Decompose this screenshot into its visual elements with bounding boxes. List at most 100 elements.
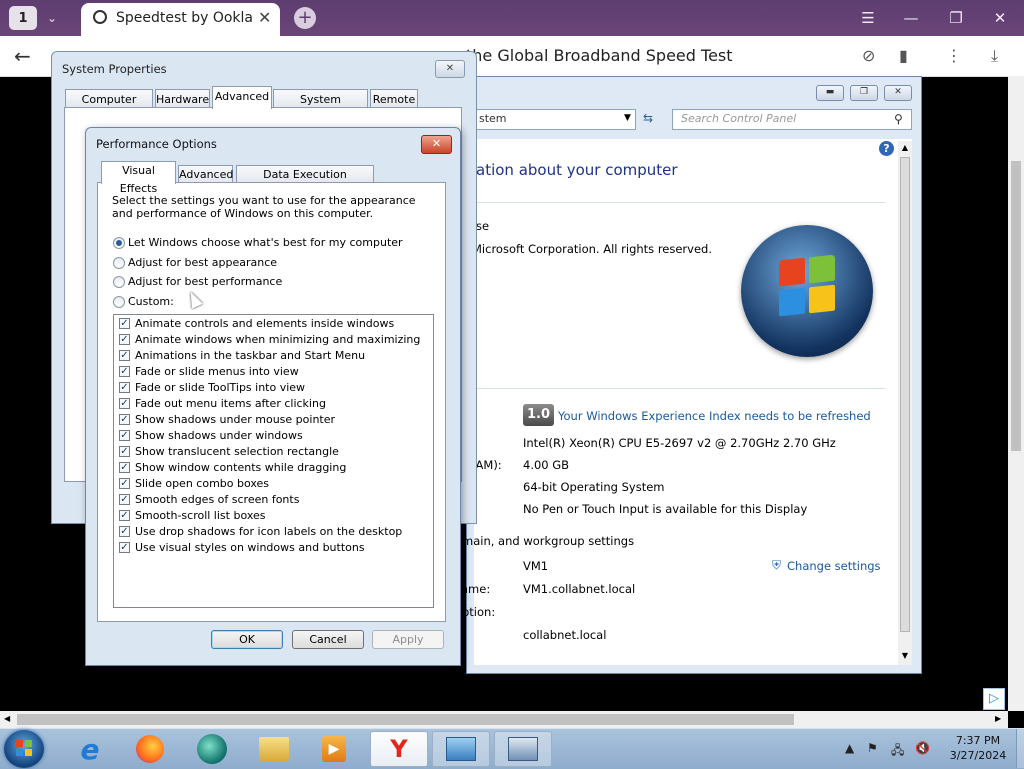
- effect-label[interactable]: Smooth edges of screen fonts: [135, 493, 299, 506]
- control-panel-taskbar-icon[interactable]: [432, 731, 490, 767]
- chevron-down-icon[interactable]: ▼: [624, 113, 631, 123]
- radio-best-appearance[interactable]: [113, 257, 125, 269]
- radio-label[interactable]: Let Windows choose what's best for my co…: [128, 236, 403, 249]
- effect-label[interactable]: Animate controls and elements inside win…: [135, 317, 394, 330]
- radio-let-windows-choose[interactable]: [113, 237, 125, 249]
- ie-icon[interactable]: e: [62, 731, 118, 767]
- show-hidden-icons[interactable]: ▲: [845, 741, 854, 755]
- horizontal-scrollbar[interactable]: ◀ ▶: [0, 711, 1008, 728]
- wei-refresh-link[interactable]: Your Windows Experience Index needs to b…: [558, 409, 871, 423]
- flag-icon[interactable]: ⚑: [867, 741, 878, 755]
- search-icon[interactable]: ⚲: [894, 112, 903, 126]
- radio-label[interactable]: Adjust for best appearance: [128, 256, 277, 269]
- close-icon[interactable]: ✕: [421, 135, 452, 154]
- folder-icon[interactable]: [246, 731, 302, 767]
- ok-button[interactable]: OK: [211, 630, 283, 649]
- restore-icon[interactable]: ❐: [850, 85, 878, 101]
- start-orb-icon[interactable]: [4, 730, 44, 768]
- cancel-button[interactable]: Cancel: [292, 630, 364, 649]
- effect-label[interactable]: Animations in the taskbar and Start Menu: [135, 349, 365, 362]
- ad-choices-icon[interactable]: ▷: [983, 688, 1005, 710]
- effect-label[interactable]: Slide open combo boxes: [135, 477, 269, 490]
- effect-label[interactable]: Smooth-scroll list boxes: [135, 509, 266, 522]
- page-scrollbar-thumb[interactable]: [1011, 161, 1021, 451]
- refresh-icon[interactable]: ⇆: [643, 111, 653, 125]
- media-icon[interactable]: ▶: [306, 731, 362, 767]
- minimize-icon[interactable]: —: [896, 6, 926, 30]
- tab-remote[interactable]: Remote: [370, 89, 418, 108]
- full-name-value: VM1.collabnet.local: [523, 582, 636, 596]
- radio-custom[interactable]: [113, 296, 125, 308]
- tab-system-protection[interactable]: System Protection: [273, 89, 368, 125]
- change-settings-link[interactable]: Change settings: [787, 559, 881, 573]
- tab-advanced[interactable]: Advanced: [212, 86, 272, 109]
- effect-label[interactable]: Show shadows under mouse pointer: [135, 413, 335, 426]
- effect-checkbox[interactable]: ✓: [119, 526, 130, 537]
- tab-computer-name[interactable]: Computer Name: [65, 89, 153, 125]
- effect-checkbox[interactable]: ✓: [119, 462, 130, 473]
- network-icon[interactable]: 🖧: [891, 741, 904, 762]
- tab-counter-button[interactable]: 1: [9, 6, 37, 30]
- back-arrow-icon[interactable]: ←: [14, 44, 31, 68]
- yandex-icon[interactable]: Y: [370, 731, 428, 767]
- effect-checkbox[interactable]: ✓: [119, 366, 130, 377]
- search-input[interactable]: Search Control Panel: [672, 109, 912, 130]
- control-panel-address-field[interactable]: stem: [474, 109, 636, 130]
- effect-checkbox[interactable]: ✓: [119, 398, 130, 409]
- effect-label[interactable]: Use drop shadows for icon labels on the …: [135, 525, 402, 538]
- effect-checkbox[interactable]: ✓: [119, 334, 130, 345]
- tab-visual-effects[interactable]: Visual Effects: [101, 161, 176, 195]
- effect-checkbox[interactable]: ✓: [119, 430, 130, 441]
- plus-icon[interactable]: +: [294, 7, 316, 29]
- chevron-down-icon[interactable]: ⌄: [42, 6, 62, 30]
- system-properties-taskbar-icon[interactable]: [494, 731, 552, 767]
- bookmark-icon[interactable]: ▮: [899, 46, 908, 65]
- control-panel-scrollbar-thumb[interactable]: [900, 157, 910, 632]
- radio-label[interactable]: Custom:: [128, 295, 174, 308]
- close-icon[interactable]: ✕: [985, 6, 1015, 30]
- volume-mute-icon[interactable]: 🔇: [915, 741, 930, 755]
- firefox-icon[interactable]: [122, 731, 178, 767]
- effect-label[interactable]: Show shadows under windows: [135, 429, 303, 442]
- close-icon[interactable]: ✕: [435, 60, 465, 78]
- radio-label[interactable]: Adjust for best performance: [128, 275, 282, 288]
- effect-checkbox[interactable]: ✓: [119, 510, 130, 521]
- page-title[interactable]: the Global Broadband Speed Test: [466, 46, 733, 65]
- effect-checkbox[interactable]: ✓: [119, 414, 130, 425]
- effect-checkbox[interactable]: ✓: [119, 542, 130, 553]
- shield-icon[interactable]: ⊘: [862, 46, 875, 65]
- tab-hardware[interactable]: Hardware: [155, 89, 210, 108]
- help-icon[interactable]: ?: [879, 141, 894, 156]
- tab-data-execution-prevention[interactable]: Data Execution Prevention: [236, 165, 374, 199]
- effect-checkbox[interactable]: ✓: [119, 494, 130, 505]
- effect-label[interactable]: Fade or slide ToolTips into view: [135, 381, 305, 394]
- effect-checkbox[interactable]: ✓: [119, 318, 130, 329]
- minimize-icon[interactable]: ▬: [816, 85, 844, 101]
- apply-button[interactable]: Apply: [372, 630, 444, 649]
- close-icon[interactable]: ✕: [258, 8, 271, 27]
- menu-icon[interactable]: ☰: [853, 6, 883, 30]
- show-desktop-button[interactable]: [1016, 729, 1024, 768]
- effect-label[interactable]: Animate windows when minimizing and maxi…: [135, 333, 420, 346]
- more-icon[interactable]: ⋮: [946, 46, 962, 65]
- download-icon[interactable]: ⤓: [991, 46, 998, 66]
- shield-icon[interactable]: ⛨: [772, 558, 781, 573]
- effect-checkbox[interactable]: ✓: [119, 478, 130, 489]
- effect-checkbox[interactable]: ✓: [119, 382, 130, 393]
- horizontal-scrollbar-thumb[interactable]: [17, 714, 794, 725]
- effect-label[interactable]: Show translucent selection rectangle: [135, 445, 339, 458]
- effect-checkbox[interactable]: ✓: [119, 350, 130, 361]
- taskbar-clock[interactable]: 7:37 PM 3/27/2024: [943, 733, 1013, 763]
- effect-label[interactable]: Fade out menu items after clicking: [135, 397, 326, 410]
- restore-icon[interactable]: ❐: [941, 6, 971, 30]
- radio-best-performance[interactable]: [113, 276, 125, 288]
- tab-advanced[interactable]: Advanced: [178, 165, 233, 183]
- close-icon[interactable]: ✕: [884, 85, 912, 101]
- effect-checkbox[interactable]: ✓: [119, 446, 130, 457]
- control-panel-scrollbar[interactable]: ▲ ▼: [898, 141, 912, 665]
- effect-label[interactable]: Use visual styles on windows and buttons: [135, 541, 365, 554]
- page-scrollbar[interactable]: [1008, 76, 1024, 711]
- effect-label[interactable]: Show window contents while dragging: [135, 461, 346, 474]
- browser-app-icon[interactable]: [184, 731, 240, 767]
- effect-label[interactable]: Fade or slide menus into view: [135, 365, 299, 378]
